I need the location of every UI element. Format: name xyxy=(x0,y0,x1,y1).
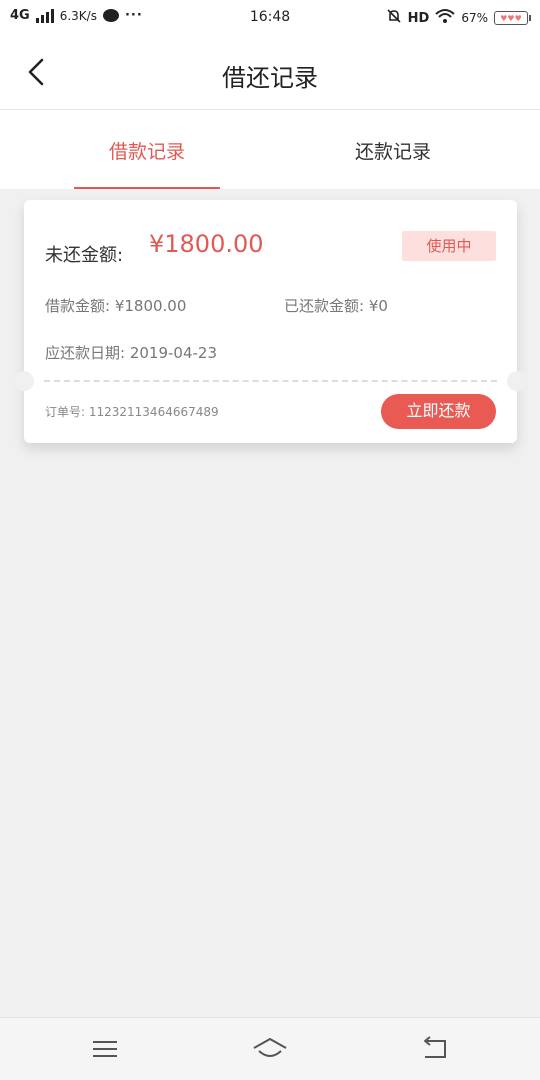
status-right: HD 67% ♥♥♥ xyxy=(386,8,531,28)
back-icon xyxy=(424,1036,446,1058)
nav-home-button[interactable] xyxy=(250,1032,290,1066)
app-header: 借还记录 xyxy=(0,36,540,110)
repay-now-button[interactable]: 立即还款 xyxy=(381,394,496,429)
status-bar: 4G 6.3K/s ··· 16:48 HD 67% ♥♥♥ xyxy=(0,0,540,36)
tab-loan-records[interactable]: 借款记录 xyxy=(74,110,220,189)
home-icon xyxy=(253,1038,287,1057)
order-number: 订单号: 11232113464667489 xyxy=(45,405,219,419)
battery-icon: ♥♥♥ xyxy=(494,11,531,25)
due-date: 应还款日期: 2019-04-23 xyxy=(45,344,217,362)
record-tabs: 借款记录 还款记录 xyxy=(0,110,540,189)
tab-repayment-records[interactable]: 还款记录 xyxy=(320,110,466,189)
mute-bell-icon xyxy=(386,8,402,28)
battery-percent: 67% xyxy=(461,11,488,25)
unpaid-amount-value: ¥1800.00 xyxy=(149,230,264,258)
menu-icon xyxy=(93,1041,117,1057)
page-title: 借还记录 xyxy=(222,64,318,92)
dashed-divider xyxy=(44,380,497,382)
nav-back-button[interactable] xyxy=(415,1032,455,1066)
loan-amount: 借款金额: ¥1800.00 xyxy=(45,297,187,315)
loan-record-card: 未还金额: ¥1800.00 使用中 借款金额: ¥1800.00 已还款金额:… xyxy=(14,200,527,443)
unpaid-amount-label: 未还金额: xyxy=(45,245,124,266)
ticket-notch-left xyxy=(14,371,34,391)
hd-indicator: HD xyxy=(407,10,430,26)
status-badge: 使用中 xyxy=(402,231,496,261)
repaid-amount: 已还款金额: ¥0 xyxy=(284,297,388,315)
system-nav-bar xyxy=(0,1017,540,1080)
nav-menu-button[interactable] xyxy=(85,1032,125,1066)
wifi-icon xyxy=(435,8,455,28)
ticket-notch-right xyxy=(507,371,527,391)
